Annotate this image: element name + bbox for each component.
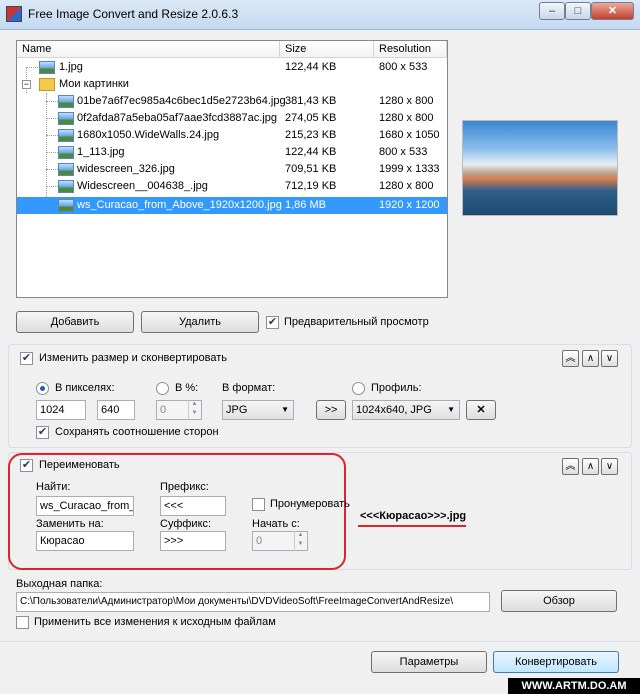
width-input[interactable]: 1024 bbox=[36, 400, 86, 420]
collapse-all-icon[interactable]: ︽ bbox=[562, 458, 579, 475]
list-item[interactable]: 01be7a6f7ec985a4c6bec1d5e2723b64.jpg 381… bbox=[17, 93, 447, 110]
close-button[interactable]: ✕ bbox=[591, 2, 634, 20]
suffix-label: Суффикс: bbox=[160, 518, 212, 530]
delete-profile-icon[interactable]: ✕ bbox=[466, 400, 496, 420]
prefix-label: Префикс: bbox=[160, 481, 209, 493]
list-item[interactable]: Widescreen__004638_.jpg 712,19 KB 1280 x… bbox=[17, 178, 447, 195]
app-icon bbox=[6, 6, 22, 22]
prefix-input[interactable]: <<< bbox=[160, 496, 226, 516]
format-select[interactable]: JPG ▼ bbox=[222, 400, 294, 420]
list-item[interactable]: 0f2afda87a5eba05af7aae3fcd3887ac.jpg 274… bbox=[17, 110, 447, 127]
chevron-down-icon[interactable]: ∨ bbox=[601, 458, 618, 475]
numerate-label: Пронумеровать bbox=[270, 498, 350, 510]
list-item[interactable]: 1680x1050.WideWalls.24.jpg 215,23 KB 168… bbox=[17, 127, 447, 144]
rename-checkbox[interactable]: ✔ bbox=[20, 459, 33, 472]
format-label: В формат: bbox=[222, 382, 276, 394]
swap-button[interactable]: >> bbox=[316, 400, 346, 420]
window-title: Free Image Convert and Resize 2.0.6.3 bbox=[28, 7, 239, 21]
preview-image bbox=[462, 120, 618, 216]
pixels-label: В пикселях: bbox=[55, 382, 115, 394]
pixels-radio[interactable] bbox=[36, 382, 49, 395]
sample-underline bbox=[358, 525, 466, 527]
dropdown-arrow-icon: ▼ bbox=[281, 405, 289, 414]
image-file-icon bbox=[58, 180, 74, 193]
resize-checkbox[interactable]: ✔ bbox=[20, 352, 33, 365]
profile-radio[interactable] bbox=[352, 382, 365, 395]
add-button[interactable]: Добавить bbox=[16, 311, 134, 333]
chevron-up-icon[interactable]: ∧ bbox=[582, 458, 599, 475]
resize-label: Изменить размер и сконвертировать bbox=[39, 352, 228, 364]
numerate-checkbox[interactable] bbox=[252, 498, 265, 511]
list-item[interactable]: 1_113.jpg 122,44 KB 800 x 533 bbox=[17, 144, 447, 161]
replace-input[interactable]: Кюрасао bbox=[36, 531, 134, 551]
replace-label: Заменить на: bbox=[36, 518, 104, 530]
keep-ratio-label: Сохранять соотношение сторон bbox=[55, 426, 219, 438]
image-file-icon bbox=[58, 163, 74, 176]
settings-button[interactable]: Параметры bbox=[371, 651, 487, 673]
suffix-input[interactable]: >>> bbox=[160, 531, 226, 551]
percent-radio[interactable] bbox=[156, 382, 169, 395]
rename-sample: <<<Кюрасао>>>.jpg bbox=[360, 510, 467, 522]
start-spinner[interactable]: ▲ ▼ bbox=[294, 531, 306, 551]
keep-ratio-checkbox[interactable]: ✔ bbox=[36, 426, 49, 439]
start-label: Начать с: bbox=[252, 518, 300, 530]
file-tree[interactable]: Name Size Resolution 1.jpg 122,44 KB 800… bbox=[16, 40, 448, 298]
image-file-icon bbox=[58, 146, 74, 159]
title-bar[interactable]: Free Image Convert and Resize 2.0.6.3 – … bbox=[0, 0, 640, 30]
image-file-icon bbox=[58, 199, 74, 212]
watermark: WWW.ARTM.DO.AM bbox=[508, 678, 640, 694]
percent-spinner[interactable]: ▲ ▼ bbox=[188, 400, 200, 420]
list-item-root-file[interactable]: 1.jpg 122,44 KB 800 x 533 bbox=[17, 59, 447, 76]
list-item-folder[interactable]: − Мои картинки bbox=[17, 76, 447, 93]
folder-icon bbox=[39, 78, 55, 91]
find-input[interactable]: ws_Curacao_from_Ab bbox=[36, 496, 134, 516]
output-label: Выходная папка: bbox=[16, 578, 103, 590]
convert-button[interactable]: Конвертировать bbox=[493, 651, 619, 673]
delete-button[interactable]: Удалить bbox=[141, 311, 259, 333]
find-label: Найти: bbox=[36, 481, 71, 493]
maximize-button[interactable]: □ bbox=[565, 2, 591, 20]
apply-originals-label: Применить все изменения к исходным файла… bbox=[34, 616, 276, 628]
image-file-icon bbox=[58, 95, 74, 108]
image-file-icon bbox=[58, 112, 74, 125]
chevron-down-icon[interactable]: ∨ bbox=[601, 350, 618, 367]
percent-label: В %: bbox=[175, 382, 199, 394]
profile-select[interactable]: 1024x640, JPG ▼ bbox=[352, 400, 460, 420]
list-item-selected[interactable]: ws_Curacao_from_Above_1920x1200.jpg 1,86… bbox=[17, 197, 447, 214]
rename-label: Переименовать bbox=[39, 459, 120, 471]
chevron-up-icon[interactable]: ∧ bbox=[582, 350, 599, 367]
image-file-icon bbox=[39, 61, 55, 74]
profile-label: Профиль: bbox=[371, 382, 422, 394]
output-path-input[interactable]: C:\Пользователи\Администратор\Мои докуме… bbox=[16, 592, 490, 612]
height-input[interactable]: 640 bbox=[97, 400, 135, 420]
divider bbox=[0, 641, 640, 642]
column-header-resolution[interactable]: Resolution bbox=[374, 41, 447, 58]
collapse-icon[interactable]: − bbox=[22, 80, 31, 89]
column-header-size[interactable]: Size bbox=[280, 41, 374, 58]
column-header-name[interactable]: Name bbox=[17, 41, 280, 58]
list-item[interactable]: widescreen_326.jpg 709,51 KB 1999 x 1333 bbox=[17, 161, 447, 178]
minimize-button[interactable]: – bbox=[539, 2, 565, 20]
preview-checkbox[interactable]: ✔ bbox=[266, 316, 279, 329]
preview-label: Предварительный просмотр bbox=[284, 316, 429, 328]
image-file-icon bbox=[58, 129, 74, 142]
collapse-all-icon[interactable]: ︽ bbox=[562, 350, 579, 367]
browse-button[interactable]: Обзор bbox=[501, 590, 617, 612]
dropdown-arrow-icon: ▼ bbox=[447, 405, 455, 414]
apply-originals-checkbox[interactable] bbox=[16, 616, 29, 629]
